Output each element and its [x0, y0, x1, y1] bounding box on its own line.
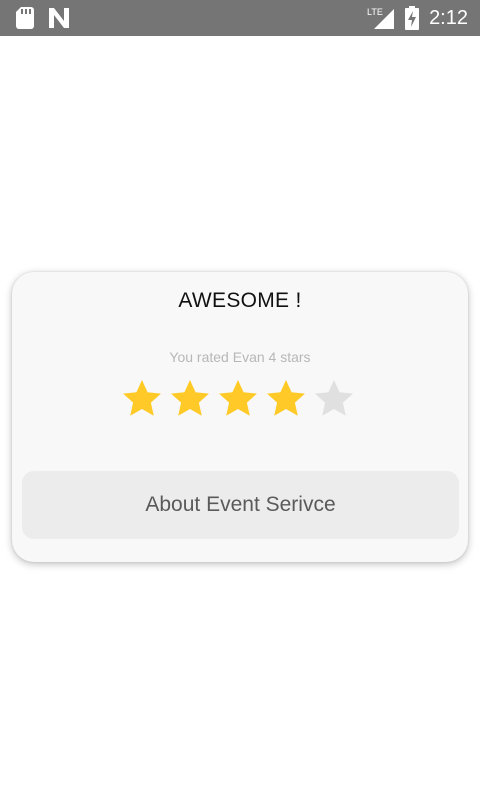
status-time: 2:12 [429, 7, 468, 29]
star-empty-icon[interactable] [312, 378, 356, 420]
battery-charging-icon [405, 6, 420, 30]
about-event-service-button[interactable]: About Event Serivce [22, 471, 459, 539]
rating-title: AWESOME ! [178, 289, 302, 312]
lte-signal-icon: LTE [367, 6, 395, 30]
star-rating[interactable] [120, 378, 356, 420]
rating-card: AWESOME ! You rated Evan 4 stars About E… [12, 272, 468, 562]
sd-card-icon [16, 7, 34, 29]
status-bar-right: LTE 2:12 [367, 6, 468, 30]
status-bar-left [16, 7, 70, 29]
star-filled-icon[interactable] [120, 378, 164, 420]
rating-subtitle: You rated Evan 4 stars [169, 349, 311, 365]
n-notification-icon [48, 7, 70, 29]
status-bar: LTE 2:12 [0, 0, 480, 36]
star-filled-icon[interactable] [168, 378, 212, 420]
network-label: LTE [367, 7, 383, 17]
star-filled-icon[interactable] [216, 378, 260, 420]
star-filled-icon[interactable] [264, 378, 308, 420]
